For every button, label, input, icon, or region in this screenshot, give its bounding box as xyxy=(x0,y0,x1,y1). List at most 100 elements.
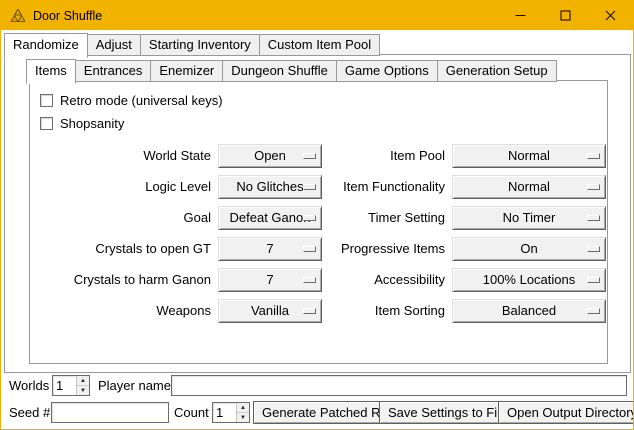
option-row: Crystals to harm Ganon 7 xyxy=(36,264,322,295)
count-spin-arrows: ▲ ▼ xyxy=(236,403,249,422)
option-row: Item Sorting Balanced xyxy=(334,295,606,326)
spin-down-icon[interactable]: ▼ xyxy=(237,412,249,422)
checkbox-label: Retro mode (universal keys) xyxy=(60,93,223,108)
seed-input[interactable] xyxy=(51,402,169,423)
tab-enemizer[interactable]: Enemizer xyxy=(150,60,223,82)
count-label: Count xyxy=(174,405,209,420)
dropdown-value: No Timer xyxy=(503,210,556,225)
dropdown-indicator-icon xyxy=(303,308,316,314)
checkbox-box-icon xyxy=(40,94,53,107)
dropdown-indicator-icon xyxy=(303,153,316,159)
tab-entrances[interactable]: Entrances xyxy=(75,60,152,82)
seed-label: Seed # xyxy=(9,405,50,420)
option-label: Logic Level xyxy=(36,179,211,194)
spin-down-icon[interactable]: ▼ xyxy=(77,385,89,395)
window-body: Randomize Adjust Starting Inventory Cust… xyxy=(1,30,633,429)
dropdown-indicator-icon xyxy=(303,246,316,252)
option-row: Logic Level No Glitches xyxy=(36,171,322,202)
dropdown-indicator-icon xyxy=(587,277,600,283)
titlebar[interactable]: Door Shuffle xyxy=(1,1,633,30)
window-title: Door Shuffle xyxy=(33,9,102,23)
open-output-directory-button[interactable]: Open Output Directory xyxy=(498,401,634,424)
dropdown-crystals-harm-ganon[interactable]: 7 xyxy=(218,268,322,292)
player-names-input[interactable] xyxy=(171,375,627,396)
spin-up-icon[interactable]: ▲ xyxy=(237,403,249,412)
tab-game-options[interactable]: Game Options xyxy=(336,60,438,82)
dropdown-item-sorting[interactable]: Balanced xyxy=(452,299,606,323)
option-label: World State xyxy=(36,148,211,163)
options-area: World State Open Logic Level No Glitches xyxy=(30,140,607,326)
option-row: Goal Defeat Ganon xyxy=(36,202,322,233)
dropdown-item-pool[interactable]: Normal xyxy=(452,144,606,168)
option-label: Progressive Items xyxy=(334,241,445,256)
option-row: Item Pool Normal xyxy=(334,140,606,171)
dropdown-goal[interactable]: Defeat Ganon xyxy=(218,206,322,230)
tab-custom-item-pool[interactable]: Custom Item Pool xyxy=(259,34,380,56)
dropdown-value: Open xyxy=(254,148,286,163)
dropdown-weapons[interactable]: Vanilla xyxy=(218,299,322,323)
checkbox-group: Retro mode (universal keys) Shopsanity xyxy=(30,81,607,135)
option-row: Weapons Vanilla xyxy=(36,295,322,326)
option-row: Timer Setting No Timer xyxy=(334,202,606,233)
tab-dungeon-shuffle[interactable]: Dungeon Shuffle xyxy=(222,60,337,82)
dropdown-logic-level[interactable]: No Glitches xyxy=(218,175,322,199)
randomize-pane: Items Entrances Enemizer Dungeon Shuffle… xyxy=(4,54,631,373)
spin-up-icon[interactable]: ▲ xyxy=(77,376,89,385)
count-spinbox: ▲ ▼ xyxy=(212,402,250,423)
worlds-label: Worlds xyxy=(9,378,49,393)
dropdown-value: 7 xyxy=(266,241,273,256)
minimize-button[interactable] xyxy=(498,1,543,30)
dropdown-accessibility[interactable]: 100% Locations xyxy=(452,268,606,292)
dropdown-value: On xyxy=(520,241,537,256)
options-left-column: World State Open Logic Level No Glitches xyxy=(36,140,322,326)
inner-tabbar: Items Entrances Enemizer Dungeon Shuffle… xyxy=(26,59,557,82)
app-icon xyxy=(10,8,26,24)
dropdown-crystals-open-gt[interactable]: 7 xyxy=(218,237,322,261)
options-right-column: Item Pool Normal Item Functionality Norm… xyxy=(334,140,606,326)
tab-generation-setup[interactable]: Generation Setup xyxy=(437,60,557,82)
close-button[interactable] xyxy=(588,1,633,30)
dropdown-value: Normal xyxy=(508,148,550,163)
option-label: Item Sorting xyxy=(334,303,445,318)
dropdown-indicator-icon xyxy=(587,184,600,190)
option-row: Accessibility 100% Locations xyxy=(334,264,606,295)
dropdown-progressive-items[interactable]: On xyxy=(452,237,606,261)
save-settings-button[interactable]: Save Settings to File xyxy=(379,401,516,424)
option-label: Goal xyxy=(36,210,211,225)
worlds-input[interactable] xyxy=(53,376,76,395)
dropdown-indicator-icon xyxy=(587,153,600,159)
tab-randomize[interactable]: Randomize xyxy=(4,33,88,58)
caption-buttons xyxy=(498,1,633,30)
count-input[interactable] xyxy=(213,403,236,422)
option-label: Crystals to open GT xyxy=(36,241,211,256)
retro-mode-checkbox[interactable]: Retro mode (universal keys) xyxy=(40,89,607,112)
dropdown-indicator-icon xyxy=(303,184,316,190)
dropdown-timer-setting[interactable]: No Timer xyxy=(452,206,606,230)
window: Door Shuffle Randomize Adjust Starting I… xyxy=(0,0,634,430)
dropdown-item-functionality[interactable]: Normal xyxy=(452,175,606,199)
option-row: Crystals to open GT 7 xyxy=(36,233,322,264)
option-label: Item Functionality xyxy=(334,179,445,194)
dropdown-indicator-icon xyxy=(587,246,600,252)
tab-starting-inventory[interactable]: Starting Inventory xyxy=(140,34,260,56)
dropdown-value: Balanced xyxy=(502,303,556,318)
worlds-spinbox: ▲ ▼ xyxy=(52,375,90,396)
checkbox-box-icon xyxy=(40,117,53,130)
checkbox-label: Shopsanity xyxy=(60,116,124,131)
dropdown-value: 7 xyxy=(266,272,273,287)
dropdown-indicator-icon xyxy=(587,215,600,221)
option-row: Progressive Items On xyxy=(334,233,606,264)
maximize-button[interactable] xyxy=(543,1,588,30)
dropdown-value: No Glitches xyxy=(236,179,303,194)
dropdown-indicator-icon xyxy=(303,215,316,221)
dropdown-value: Vanilla xyxy=(251,303,289,318)
shopsanity-checkbox[interactable]: Shopsanity xyxy=(40,112,607,135)
dropdown-world-state[interactable]: Open xyxy=(218,144,322,168)
tab-adjust[interactable]: Adjust xyxy=(87,34,141,56)
tab-items[interactable]: Items xyxy=(26,59,76,84)
dropdown-indicator-icon xyxy=(303,277,316,283)
option-label: Crystals to harm Ganon xyxy=(36,272,211,287)
player-names-label: Player names xyxy=(98,378,177,393)
option-label: Weapons xyxy=(36,303,211,318)
dropdown-value: Defeat Ganon xyxy=(230,210,311,225)
